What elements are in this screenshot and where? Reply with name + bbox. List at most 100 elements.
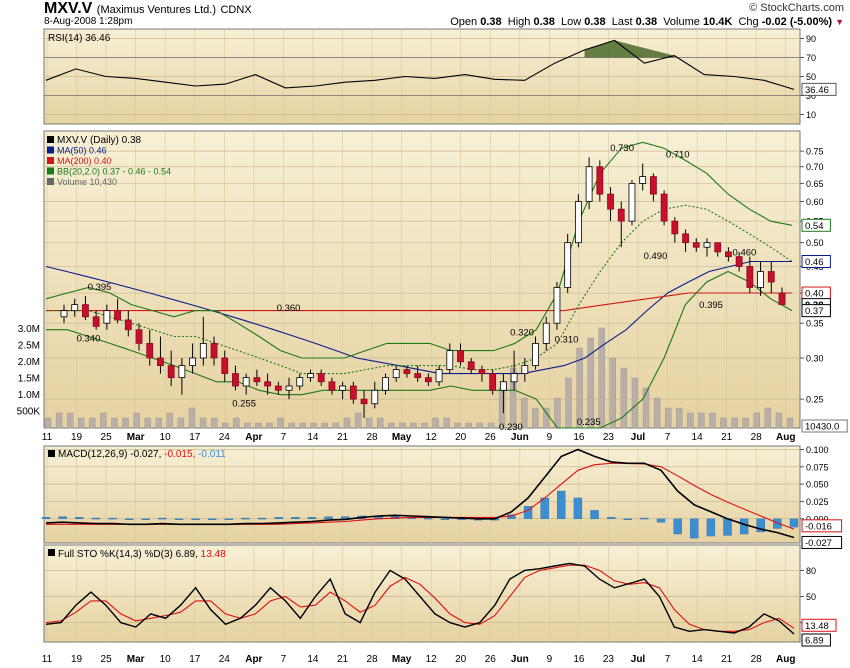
legend-swatch-0	[47, 136, 54, 143]
macd-panel-bg	[43, 445, 801, 544]
x-tick-bottom-label-7: Apr	[245, 654, 262, 665]
volume-bar	[698, 412, 705, 429]
volume-bar	[487, 422, 495, 429]
macd-histogram-bar	[174, 518, 184, 520]
x-tick-top-label-15: 26	[485, 432, 497, 443]
stochastic-panel: 205080Full STO %K(14,3) %D(3) 6.89, 13.4…	[43, 544, 837, 647]
volume-bar	[764, 407, 772, 429]
candle-body	[60, 310, 68, 318]
price-legend-2: MA(200) 0.40	[57, 156, 112, 166]
price-annotation-11: 0.460	[733, 247, 757, 258]
x-tick-top-label-4: 10	[160, 432, 172, 443]
volume-bar	[432, 417, 439, 429]
candle-body	[146, 343, 154, 359]
volume-bar	[631, 377, 639, 429]
candle-body	[114, 310, 121, 321]
volume-bar	[532, 407, 539, 429]
volume-bar	[465, 422, 473, 429]
stock-chart: 1030507090RSI(14) 36.4636.46 0.250.300.3…	[17, 28, 848, 665]
macd-histogram-bar	[573, 497, 583, 519]
macd-histogram-bar	[108, 517, 117, 520]
candle-body	[317, 373, 325, 383]
candle-body	[671, 220, 679, 235]
price-legend-1: MA(50) 0.46	[57, 146, 107, 156]
x-tick-bottom-label-9: 14	[307, 654, 319, 665]
volume-bar	[122, 417, 129, 429]
x-tick-top-label-0: 11	[42, 432, 53, 443]
x-tick-bottom-label-0: 11	[42, 654, 53, 665]
volume-bar	[476, 422, 484, 429]
price-annotation-5: 0.320	[510, 327, 534, 338]
macd-histogram-bar	[141, 518, 150, 520]
volume-tick-4: 2.5M	[18, 341, 40, 352]
price-tick-10: 0.75	[806, 147, 824, 157]
candle-body	[617, 208, 625, 222]
price-annotation-2: 0.360	[277, 303, 301, 314]
volume-bar	[753, 412, 760, 429]
x-tick-top-label-1: 19	[71, 432, 83, 443]
macd-tick-2: 0.050	[806, 480, 829, 490]
x-tick-top-label-11: 28	[366, 432, 378, 443]
candle-body	[135, 329, 143, 344]
price-annotation-8: 0.730	[610, 143, 634, 154]
x-tick-top-label-3: Mar	[127, 432, 145, 443]
candle-body	[392, 369, 400, 379]
candle-body	[328, 381, 336, 391]
volume-bar	[664, 407, 672, 429]
volume-bar	[687, 412, 694, 429]
x-tick-bottom-label-4: 10	[160, 654, 172, 665]
price-tick-1: 0.30	[806, 353, 824, 363]
volume-bar	[720, 417, 727, 429]
x-tick-bottom-label-2: 25	[101, 654, 113, 665]
price-legend-0: MXV.V (Daily) 0.38	[57, 135, 142, 146]
candle-body	[585, 166, 593, 202]
candle-body	[210, 343, 218, 359]
volume-bar	[166, 412, 174, 429]
rsi-legend: RSI(14) 36.46	[48, 33, 111, 44]
macd-tick-3: 0.075	[806, 462, 829, 472]
price-panel: 0.250.300.350.400.450.500.550.600.650.70…	[17, 130, 848, 433]
candle-body	[692, 242, 700, 248]
candle-body	[82, 304, 89, 318]
candle-body	[510, 373, 518, 383]
x-tick-bottom-label-12: May	[392, 654, 412, 665]
volume-bar	[454, 422, 461, 429]
x-tick-top-label-12: May	[392, 432, 412, 443]
x-tick-bottom-label-3: Mar	[127, 654, 145, 665]
macd-histogram-bar	[91, 517, 101, 520]
x-tick-bottom-label-19: 23	[603, 654, 615, 665]
price-annotation-7: 0.235	[577, 417, 601, 428]
volume-last-label: 10430.0	[805, 422, 839, 433]
candle-body	[189, 357, 196, 367]
candle-body	[157, 357, 164, 367]
candle-body	[274, 385, 282, 391]
macd-histogram-bar	[690, 518, 699, 539]
candle-body	[446, 350, 454, 370]
candle-body	[639, 176, 647, 184]
macd-tick-4: 0.100	[806, 445, 829, 455]
x-tick-top-label-20: Jul	[631, 432, 646, 443]
candle-body	[767, 271, 775, 283]
price-annotation-1: 0.340	[77, 334, 101, 345]
volume-bar	[55, 412, 63, 429]
candle-body	[92, 316, 100, 327]
legend-swatch-3	[47, 167, 54, 175]
candle-body	[221, 357, 229, 374]
candle-body	[467, 361, 475, 370]
volume-bar	[144, 417, 151, 429]
candle-body	[103, 310, 111, 324]
macd-histogram-bar	[291, 517, 300, 519]
candle-body	[574, 201, 582, 244]
sto-legend: Full STO %K(14,3) %D(3) 6.89, 13.48	[58, 549, 226, 560]
volume-bar	[310, 422, 317, 429]
rsi-panel: 1030507090RSI(14) 36.4636.46	[43, 28, 837, 125]
price-tick-7: 0.60	[806, 197, 824, 207]
macd-histogram-bar	[540, 497, 549, 519]
candle-body	[232, 373, 239, 387]
sto-right-label-1: 6.89	[805, 636, 824, 647]
volume-bar	[609, 357, 617, 429]
x-tick-bottom-label-20: Jul	[631, 654, 646, 665]
volume-bar	[410, 422, 417, 429]
price-right-label-3: 0.37	[805, 306, 824, 317]
x-tick-bottom-label-16: Jun	[511, 654, 529, 665]
